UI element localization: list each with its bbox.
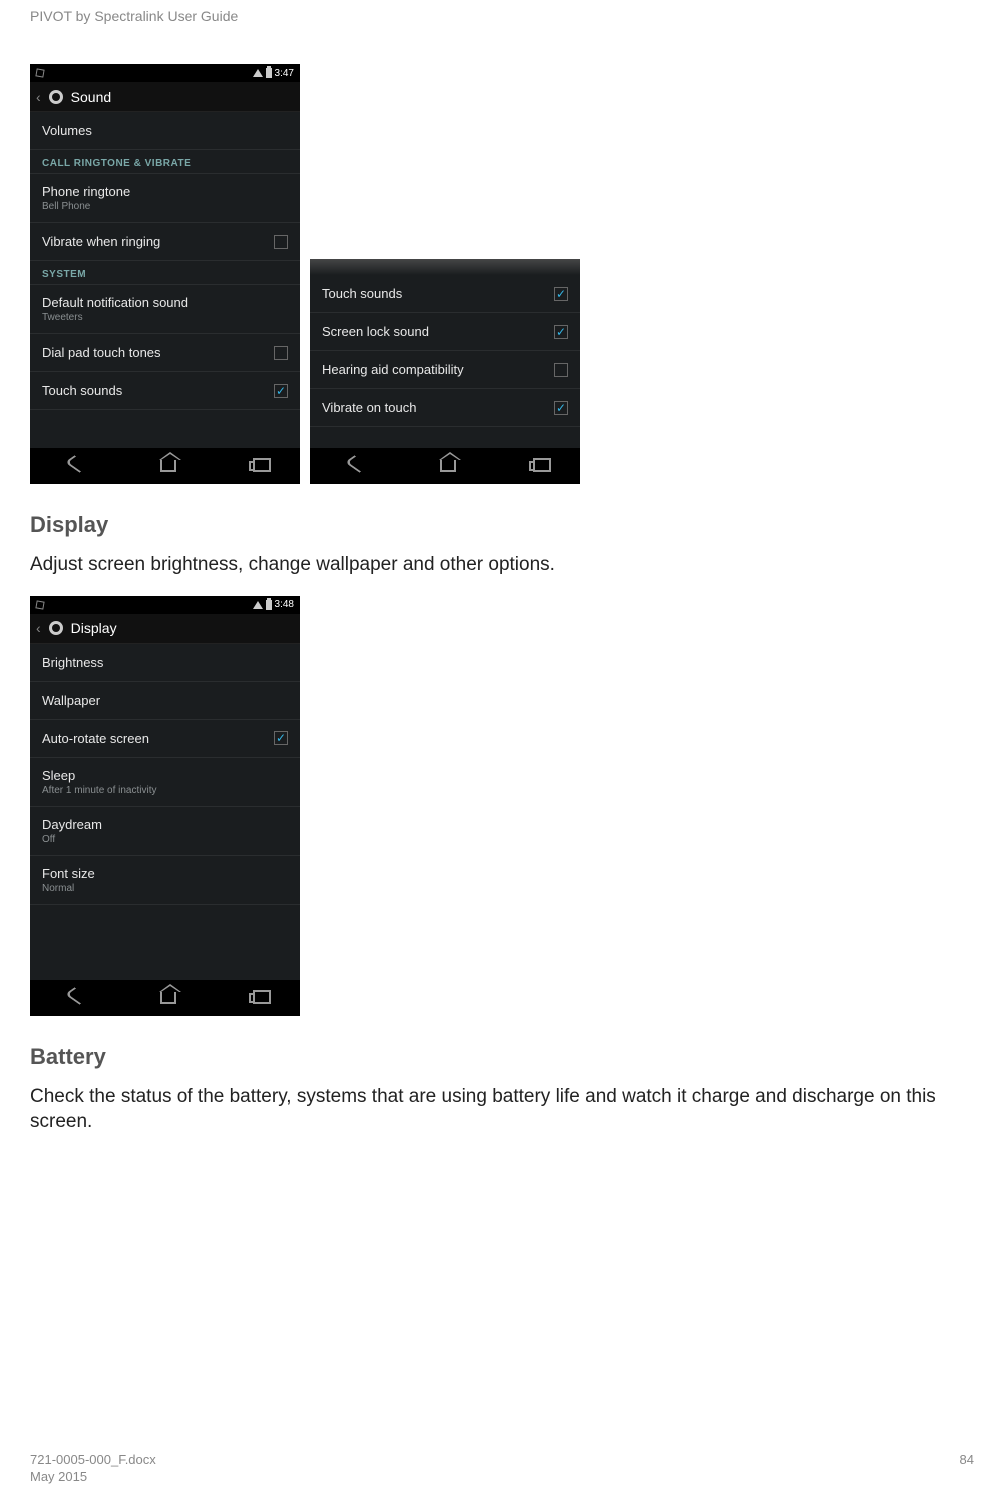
battery-body-text: Check the status of the battery, systems… — [30, 1084, 974, 1135]
battery-heading: Battery — [30, 1044, 974, 1070]
display-body-text: Adjust screen brightness, change wallpap… — [30, 552, 974, 578]
back-icon[interactable]: ‹ — [36, 89, 41, 105]
checkbox-checked[interactable]: ✓ — [274, 731, 288, 745]
app-bar: ‹ Display — [30, 614, 300, 644]
checkmark-icon: ✓ — [276, 385, 286, 397]
row-sublabel: Bell Phone — [42, 201, 130, 212]
phone-indicator-icon — [35, 600, 44, 609]
sound-settings-screenshot: 3:47 ‹ Sound Volumes CALL RINGTONE & VIB… — [30, 64, 300, 484]
footer-file: 721-0005-000_F.docx — [30, 1452, 156, 1467]
checkbox-checked[interactable]: ✓ — [554, 287, 568, 301]
footer-date: May 2015 — [30, 1469, 156, 1484]
row-label: Wallpaper — [42, 693, 100, 708]
row-label: Daydream — [42, 817, 102, 832]
row-dial-pad-tones[interactable]: Dial pad touch tones — [30, 334, 300, 372]
row-screen-lock-sound[interactable]: Screen lock sound ✓ — [310, 313, 580, 351]
nav-bar — [30, 448, 300, 484]
nav-back-button[interactable] — [347, 456, 367, 476]
phone-indicator-icon — [35, 68, 44, 77]
checkmark-icon: ✓ — [556, 402, 566, 414]
sound-settings-continued-screenshot: Touch sounds ✓ Screen lock sound ✓ Heari… — [310, 259, 580, 484]
checkbox-checked[interactable]: ✓ — [554, 325, 568, 339]
battery-icon — [266, 68, 272, 78]
nav-recent-button[interactable] — [249, 993, 263, 1003]
row-label: Font size — [42, 866, 95, 881]
checkmark-icon: ✓ — [556, 326, 566, 338]
status-time: 3:48 — [275, 599, 294, 610]
nav-recent-button[interactable] — [529, 461, 543, 471]
row-auto-rotate[interactable]: Auto-rotate screen ✓ — [30, 720, 300, 758]
wifi-icon — [253, 601, 263, 609]
row-vibrate-on-touch[interactable]: Vibrate on touch ✓ — [310, 389, 580, 427]
row-label: Auto-rotate screen — [42, 731, 149, 746]
row-default-notification[interactable]: Default notification sound Tweeters — [30, 285, 300, 334]
row-volumes[interactable]: Volumes — [30, 112, 300, 150]
checkbox-unchecked[interactable] — [274, 346, 288, 360]
row-label: Volumes — [42, 123, 92, 138]
page-footer: 721-0005-000_F.docx May 2015 84 — [0, 1452, 1004, 1484]
row-sleep[interactable]: Sleep After 1 minute of inactivity — [30, 758, 300, 807]
row-label: Sleep — [42, 768, 157, 783]
row-vibrate-when-ringing[interactable]: Vibrate when ringing — [30, 223, 300, 261]
row-label: Default notification sound — [42, 295, 188, 310]
gear-icon — [49, 621, 63, 635]
scroll-fade — [310, 259, 580, 275]
checkbox-unchecked[interactable] — [554, 363, 568, 377]
status-bar: 3:47 — [30, 64, 300, 82]
row-label: Screen lock sound — [322, 324, 429, 339]
settings-list[interactable]: Brightness Wallpaper Auto-rotate screen … — [30, 644, 300, 980]
nav-home-button[interactable] — [440, 460, 456, 472]
settings-list[interactable]: Volumes CALL RINGTONE & VIBRATE Phone ri… — [30, 112, 300, 448]
sound-screenshots-row: 3:47 ‹ Sound Volumes CALL RINGTONE & VIB… — [30, 64, 974, 484]
row-label: Vibrate on touch — [322, 400, 416, 415]
checkbox-checked[interactable]: ✓ — [554, 401, 568, 415]
nav-recent-button[interactable] — [249, 461, 263, 471]
row-label: Phone ringtone — [42, 184, 130, 199]
display-heading: Display — [30, 512, 974, 538]
row-sublabel: Off — [42, 834, 102, 845]
wifi-icon — [253, 69, 263, 77]
row-touch-sounds[interactable]: Touch sounds ✓ — [30, 372, 300, 410]
row-brightness[interactable]: Brightness — [30, 644, 300, 682]
checkmark-icon: ✓ — [556, 288, 566, 300]
row-phone-ringtone[interactable]: Phone ringtone Bell Phone — [30, 174, 300, 223]
nav-back-button[interactable] — [67, 988, 87, 1008]
row-label: Touch sounds — [322, 286, 402, 301]
row-label: Vibrate when ringing — [42, 234, 160, 249]
checkmark-icon: ✓ — [276, 732, 286, 744]
row-sublabel: Tweeters — [42, 312, 188, 323]
row-hearing-aid[interactable]: Hearing aid compatibility — [310, 351, 580, 389]
nav-home-button[interactable] — [160, 460, 176, 472]
row-wallpaper[interactable]: Wallpaper — [30, 682, 300, 720]
footer-page-number: 84 — [960, 1452, 974, 1484]
back-icon[interactable]: ‹ — [36, 620, 41, 636]
doc-header: PIVOT by Spectralink User Guide — [30, 8, 974, 24]
section-call-ringtone: CALL RINGTONE & VIBRATE — [30, 150, 300, 174]
checkbox-checked[interactable]: ✓ — [274, 384, 288, 398]
nav-home-button[interactable] — [160, 992, 176, 1004]
app-bar: ‹ Sound — [30, 82, 300, 112]
battery-icon — [266, 600, 272, 610]
checkbox-unchecked[interactable] — [274, 235, 288, 249]
row-label: Touch sounds — [42, 383, 122, 398]
nav-bar — [30, 980, 300, 1016]
section-system: SYSTEM — [30, 261, 300, 285]
row-font-size[interactable]: Font size Normal — [30, 856, 300, 905]
row-touch-sounds[interactable]: Touch sounds ✓ — [310, 275, 580, 313]
row-label: Dial pad touch tones — [42, 345, 161, 360]
display-settings-screenshot: 3:48 ‹ Display Brightness Wallpaper Auto… — [30, 596, 300, 1016]
nav-bar — [310, 448, 580, 484]
row-label: Hearing aid compatibility — [322, 362, 464, 377]
row-sublabel: After 1 minute of inactivity — [42, 785, 157, 796]
row-label: Brightness — [42, 655, 103, 670]
nav-back-button[interactable] — [67, 456, 87, 476]
app-bar-title: Display — [71, 620, 117, 636]
gear-icon — [49, 90, 63, 104]
status-bar: 3:48 — [30, 596, 300, 614]
app-bar-title: Sound — [71, 89, 111, 105]
row-daydream[interactable]: Daydream Off — [30, 807, 300, 856]
status-time: 3:47 — [275, 68, 294, 79]
row-sublabel: Normal — [42, 883, 95, 894]
settings-list-continued[interactable]: Touch sounds ✓ Screen lock sound ✓ Heari… — [310, 275, 580, 448]
